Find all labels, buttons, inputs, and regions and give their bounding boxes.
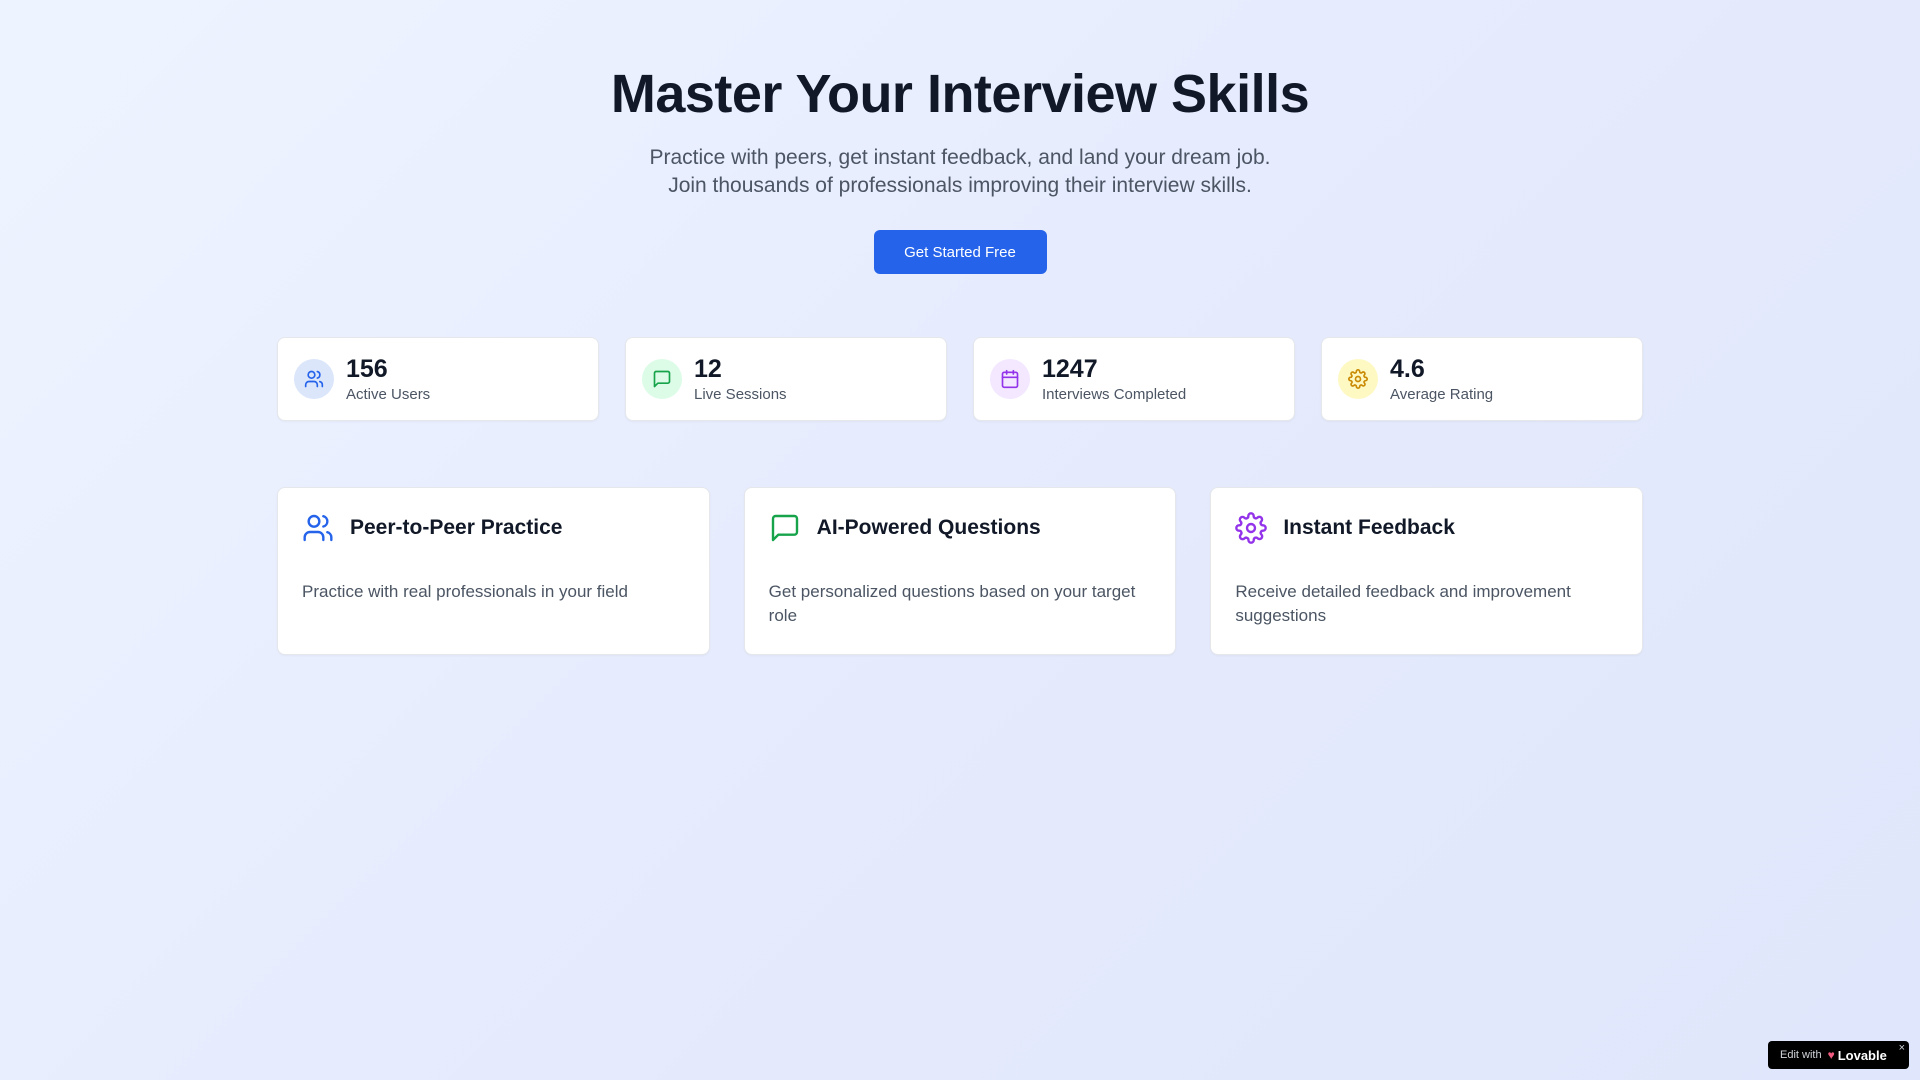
feature-icon-wrapper (302, 512, 334, 544)
feature-header: AI-Powered Questions (769, 512, 1152, 544)
stat-value: 12 (694, 354, 722, 383)
stat-value: 4.6 (1390, 354, 1425, 383)
feature-card-ai-questions: AI-Powered Questions Get personalized qu… (743, 487, 1177, 655)
page-title: Master Your Interview Skills (610, 64, 1310, 124)
message-icon (653, 370, 671, 388)
calendar-icon (1001, 369, 1019, 389)
stat-icon-wrapper (294, 359, 334, 399)
users-icon (304, 370, 324, 388)
stat-value: 156 (346, 354, 388, 383)
stats-row: 156 Active Users 12 Live Sessions 1247 I… (277, 337, 1643, 421)
features-row: Peer-to-Peer Practice Practice with real… (277, 487, 1644, 655)
stat-label: Interviews Completed (1042, 385, 1187, 403)
stat-card-active-users: 156 Active Users (277, 337, 599, 421)
message-icon (771, 514, 798, 542)
feature-description: Get personalized questions based on your… (768, 582, 1136, 625)
close-icon[interactable]: × (1899, 1042, 1905, 1054)
stat-text: 4.6 Average Rating (1390, 355, 1493, 404)
stat-text: 156 Active Users (346, 355, 430, 404)
feature-header: Instant Feedback (1235, 512, 1618, 544)
feature-card-peer-practice: Peer-to-Peer Practice Practice with real… (277, 487, 710, 655)
stat-value: 1247 (1042, 354, 1098, 383)
stat-label: Active Users (346, 385, 431, 403)
feature-description: Practice with real professionals in your… (302, 582, 628, 601)
feature-title: Instant Feedback (1283, 516, 1455, 539)
hero-subtitle: Practice with peers, get instant feedbac… (0, 144, 1920, 200)
stat-icon-wrapper (642, 359, 682, 399)
badge-brand-text: Lovable (1837, 1047, 1887, 1063)
stat-card-average-rating: 4.6 Average Rating (1321, 337, 1643, 421)
feature-title: Peer-to-Peer Practice (350, 516, 563, 539)
get-started-button[interactable]: Get Started Free (873, 230, 1047, 274)
stat-icon-wrapper (1338, 359, 1378, 399)
feature-card-instant-feedback: Instant Feedback Receive detailed feedba… (1210, 487, 1644, 655)
gear-icon (1235, 512, 1268, 544)
hero-section: Master Your Interview Skills Practice wi… (0, 0, 1920, 274)
badge-edit-with-text: Edit with (1780, 1049, 1822, 1061)
stat-card-live-sessions: 12 Live Sessions (625, 337, 947, 421)
feature-icon-wrapper (1235, 512, 1268, 544)
stat-icon-wrapper (990, 359, 1030, 399)
stat-text: 12 Live Sessions (694, 355, 787, 404)
users-icon (303, 514, 333, 542)
feature-title: AI-Powered Questions (816, 516, 1041, 539)
feature-description: Receive detailed feedback and improvemen… (1235, 582, 1571, 625)
stat-label: Average Rating (1390, 385, 1494, 403)
lovable-badge[interactable]: Edit with ♥ Lovable × (1768, 1041, 1909, 1069)
stat-text: 1247 Interviews Completed (1042, 355, 1186, 404)
hero-subtitle-line-1: Practice with peers, get instant feedbac… (649, 146, 1271, 169)
stat-card-interviews-completed: 1247 Interviews Completed (973, 337, 1295, 421)
gear-icon (1348, 369, 1368, 389)
stat-label: Live Sessions (694, 385, 787, 403)
heart-icon: ♥ (1827, 1048, 1835, 1062)
hero-subtitle-line-2: Join thousands of professionals improvin… (668, 174, 1252, 197)
feature-header: Peer-to-Peer Practice (302, 512, 685, 544)
feature-icon-wrapper (769, 512, 801, 544)
